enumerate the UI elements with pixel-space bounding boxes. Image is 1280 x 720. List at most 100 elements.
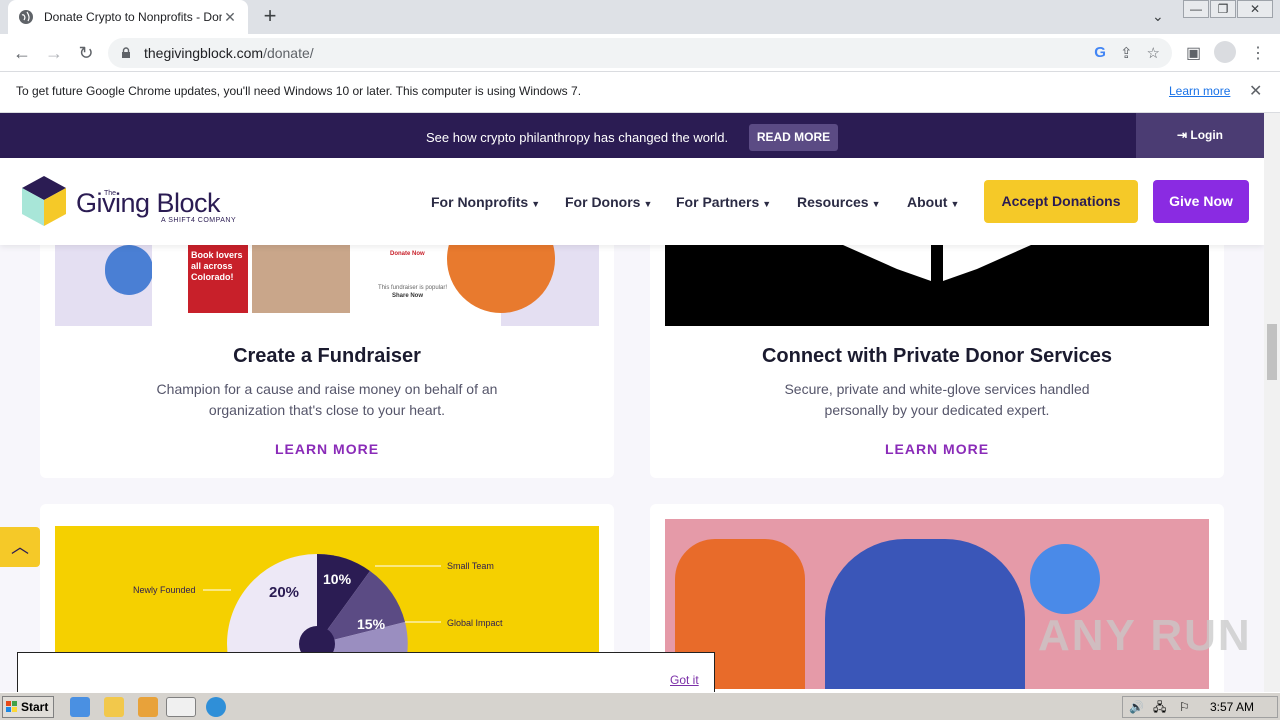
person-blue-image	[825, 539, 1025, 689]
photo-card	[650, 504, 1224, 692]
globe-icon	[19, 10, 33, 24]
pct-20-label: 20%	[269, 584, 300, 601]
volume-icon[interactable]: 🔊	[1129, 697, 1144, 717]
forward-button[interactable]: →	[43, 42, 65, 64]
network-icon[interactable]: 🖧	[1153, 697, 1166, 717]
menu-resources[interactable]: Resources ▼	[797, 194, 881, 210]
read-more-button[interactable]: READ MORE	[749, 124, 838, 151]
image-text: Book lovers	[191, 250, 243, 260]
system-tray: 🔊 🖧 ⚐ 3:57 AM	[1122, 696, 1278, 718]
browser-tab[interactable]: Donate Crypto to Nonprofits - Dona ✕	[8, 0, 248, 34]
menu-label: For Partners	[676, 194, 760, 210]
bookmark-star-icon[interactable]: ☆	[1147, 44, 1160, 62]
chrome-taskbar-icon[interactable]	[166, 697, 196, 717]
popular-mini: This fundraiser is popular!	[378, 285, 448, 291]
back-button[interactable]: ←	[11, 42, 33, 64]
fundraiser-image: Book lovers all across Colorado! Donate …	[55, 245, 599, 326]
chevron-down-icon: ▼	[643, 199, 653, 209]
logo-subtitle: A SHIFT4 COMPANY	[161, 217, 237, 224]
image-text: all across	[191, 261, 233, 271]
donate-now-mini: Donate Now	[390, 251, 425, 257]
promo-text: See how crypto philanthropy has changed …	[426, 130, 729, 145]
explorer-folder-icon[interactable]	[104, 697, 124, 717]
newly-founded-label: Newly Founded	[133, 585, 196, 595]
media-player-icon[interactable]	[138, 697, 158, 717]
ethereum-coin-image	[1030, 544, 1100, 614]
tab-strip: Donate Crypto to Nonprofits - Dona ✕ + ⌄…	[0, 0, 1280, 34]
chevron-down-icon: ▼	[531, 199, 541, 209]
url-domain: thegivingblock.com	[144, 45, 264, 61]
ie-icon[interactable]	[70, 697, 90, 717]
logo-name: Giving Block	[76, 188, 221, 218]
google-icon[interactable]: G	[1094, 44, 1106, 62]
private-donor-card: Connect with Private Donor Services Secu…	[650, 208, 1224, 478]
anyrun-watermark: ANY RUN	[1038, 611, 1252, 660]
minimize-button[interactable]: —	[1183, 0, 1209, 18]
menu-for-nonprofits[interactable]: For Nonprofits ▼	[431, 194, 540, 210]
learn-more-link[interactable]: Learn more	[1169, 84, 1230, 98]
login-label: Login	[1190, 128, 1224, 142]
side-panel-icon[interactable]: ▣	[1186, 43, 1201, 63]
url-input[interactable]: thegivingblock.com/donate/ G ⇪ ☆	[108, 38, 1172, 68]
child-reading-photo	[252, 245, 350, 313]
menu-label: For Donors	[565, 194, 641, 210]
private-donor-desc-1: Secure, private and white-glove services…	[784, 381, 1090, 397]
menu-label: Resources	[797, 194, 869, 210]
action-center-flag-icon[interactable]: ⚐	[1179, 697, 1190, 717]
scrollbar-thumb[interactable]	[1267, 324, 1277, 380]
got-it-link[interactable]: Got it	[670, 673, 699, 687]
new-tab-button[interactable]: +	[258, 5, 282, 29]
fundraiser-desc-1: Champion for a cause and raise money on …	[156, 381, 498, 397]
fundraiser-title: Create a Fundraiser	[233, 345, 421, 367]
fundraiser-desc-2: organization that's close to your heart.	[208, 402, 446, 418]
global-impact-label: Global Impact	[447, 618, 503, 628]
web-page: See how crypto philanthropy has changed …	[0, 113, 1264, 692]
private-donor-title: Connect with Private Donor Services	[761, 345, 1113, 367]
windows-taskbar: Start 🔊 🖧 ⚐ 3:57 AM	[0, 692, 1280, 720]
restore-button[interactable]: ❐	[1210, 0, 1236, 18]
image-text: Colorado!	[191, 272, 234, 282]
accept-donations-button[interactable]: Accept Donations	[984, 180, 1138, 223]
private-donor-desc-2: personally by your dedicated expert.	[824, 402, 1050, 418]
pct-10-label: 10%	[323, 571, 352, 587]
give-now-button[interactable]: Give Now	[1153, 180, 1249, 223]
infobar-close-icon[interactable]: ✕	[1249, 81, 1262, 101]
fundraiser-learn-more-link[interactable]: LEARN MORE	[40, 441, 614, 457]
window-close-button[interactable]: ✕	[1237, 0, 1273, 18]
start-button[interactable]: Start	[2, 696, 54, 718]
giving-block-logo-icon[interactable]	[20, 174, 68, 228]
login-icon: ⇥	[1176, 128, 1191, 142]
pct-15-label: 15%	[357, 616, 386, 632]
vertical-scrollbar[interactable]	[1264, 113, 1280, 692]
chevron-up-icon: ︿	[11, 537, 29, 557]
infobar-message: To get future Google Chrome updates, you…	[16, 84, 582, 98]
clock[interactable]: 3:57 AM	[1210, 697, 1254, 717]
reload-button[interactable]: ↻	[75, 42, 97, 64]
tab-title: Donate Crypto to Nonprofits - Dona	[44, 10, 222, 24]
coin-image	[105, 245, 153, 295]
share-icon[interactable]: ⇪	[1120, 44, 1133, 62]
menu-kebab-icon[interactable]: ⋮	[1250, 43, 1266, 63]
update-infobar: To get future Google Chrome updates, you…	[0, 72, 1280, 113]
menu-for-partners[interactable]: For Partners ▼	[676, 194, 771, 210]
fundraiser-card: Book lovers all across Colorado! Donate …	[40, 208, 614, 478]
menu-label: For Nonprofits	[431, 194, 529, 210]
edge-icon[interactable]	[206, 697, 226, 717]
lock-icon	[122, 47, 130, 58]
tab-list-chevron-icon[interactable]: ⌄	[1152, 8, 1164, 25]
private-donor-image	[665, 245, 1209, 326]
profile-avatar-icon[interactable]	[1214, 41, 1236, 63]
address-bar: ← → ↻ thegivingblock.com/donate/ G ⇪ ☆ ▣…	[0, 34, 1280, 72]
small-team-label: Small Team	[447, 561, 494, 571]
login-button[interactable]: ⇥ Login	[1136, 113, 1264, 158]
share-now-mini: Share Now	[392, 293, 424, 299]
windows-flag-icon	[6, 701, 17, 712]
menu-for-donors[interactable]: For Donors ▼	[565, 194, 652, 210]
scroll-to-top-button[interactable]: ︿	[0, 527, 40, 567]
menu-about[interactable]: About ▼	[907, 194, 959, 210]
tab-close-icon[interactable]: ✕	[222, 9, 238, 26]
chevron-down-icon: ▼	[871, 199, 881, 209]
start-label: Start	[21, 700, 49, 714]
volunteers-photo	[665, 519, 1209, 689]
private-donor-learn-more-link[interactable]: LEARN MORE	[650, 441, 1224, 457]
